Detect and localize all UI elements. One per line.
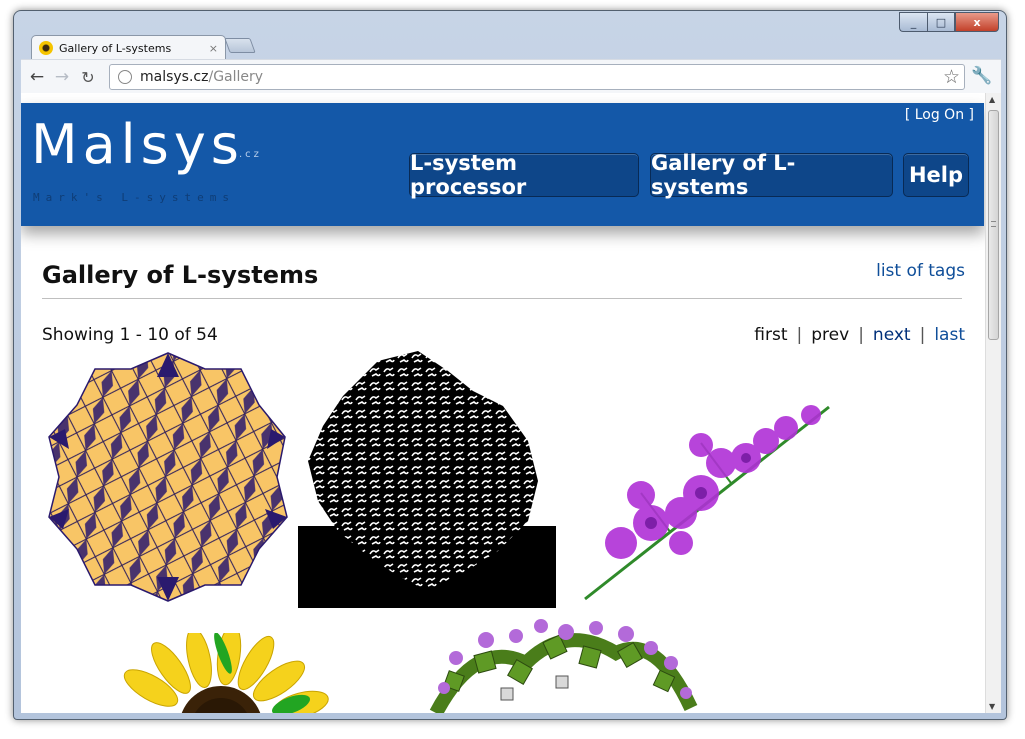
penrose-tiling-thumbnail[interactable] [45,349,291,605]
nav-help-button[interactable]: Help [903,153,969,197]
forward-arrow-icon[interactable]: → [52,67,72,87]
window-controls: _ □ x [899,12,999,32]
list-of-tags-link[interactable]: list of tags [876,261,965,281]
pager-separator: | [919,325,926,345]
browser-window: _ □ x Gallery of L-systems × ← → ↻ malsy… [13,10,1007,720]
pager-prev: prev [811,325,850,345]
sunflower-favicon-icon [39,41,53,55]
tab-title: Gallery of L-systems [59,41,172,55]
pager-separator: | [858,325,864,345]
url-domain: malsys.cz [140,69,209,85]
scroll-down-arrow-icon[interactable]: ▼ [989,702,995,711]
login-link[interactable]: [ Log On ] [905,107,974,123]
globe-icon [118,70,132,84]
tab-close-icon[interactable]: × [209,42,218,55]
page-title: Gallery of L-systems [42,261,319,289]
title-divider [42,298,962,299]
site-tagline: Mark's L-systems [33,191,235,204]
address-bar[interactable]: malsys.cz/Gallery ☆ [109,64,965,90]
pager-first: first [754,325,788,345]
pagination: first | prev | next | last [754,325,965,345]
pager-last-link[interactable]: last [934,325,965,345]
new-tab-button[interactable] [224,38,256,53]
site-header: Malsys .cz Mark's L-systems [ Log On ] L… [21,103,984,226]
logo-suffix: .cz [239,149,262,160]
close-window-button[interactable]: x [955,12,999,32]
pager-next-link[interactable]: next [873,325,911,345]
scroll-up-arrow-icon[interactable]: ▲ [989,95,995,104]
fractal-garden-thumbnail[interactable] [416,618,706,713]
nav-lsystem-processor-button[interactable]: L-system processor [409,151,639,199]
browser-toolbar: ← → ↻ malsys.cz/Gallery ☆ 🔧 [21,59,1001,93]
site-logo[interactable]: Malsys [31,113,244,176]
reload-icon[interactable]: ↻ [78,67,98,87]
nav-gallery-button[interactable]: Gallery of L-systems [650,151,893,199]
minimize-button[interactable]: _ [899,12,927,32]
pager-separator: | [796,325,803,345]
maximize-button[interactable]: □ [927,12,955,32]
sunflower-thumbnail[interactable] [111,633,331,713]
dragon-curve-tiling-thumbnail[interactable] [298,351,556,608]
scrollbar-grip [991,221,996,227]
back-arrow-icon[interactable]: ← [27,67,47,87]
page-viewport: Malsys .cz Mark's L-systems [ Log On ] L… [21,93,1001,713]
scrollbar-thumb[interactable] [988,110,999,340]
wrench-icon[interactable]: 🔧 [971,66,992,86]
purple-flower-branch-thumbnail[interactable] [581,403,835,603]
showing-count: Showing 1 - 10 of 54 [42,325,218,345]
bookmark-star-icon[interactable]: ☆ [943,66,960,88]
url-path: /Gallery [208,69,264,85]
vertical-scrollbar[interactable]: ▲ ▼ [985,93,1001,713]
browser-tab[interactable]: Gallery of L-systems × [31,35,226,60]
